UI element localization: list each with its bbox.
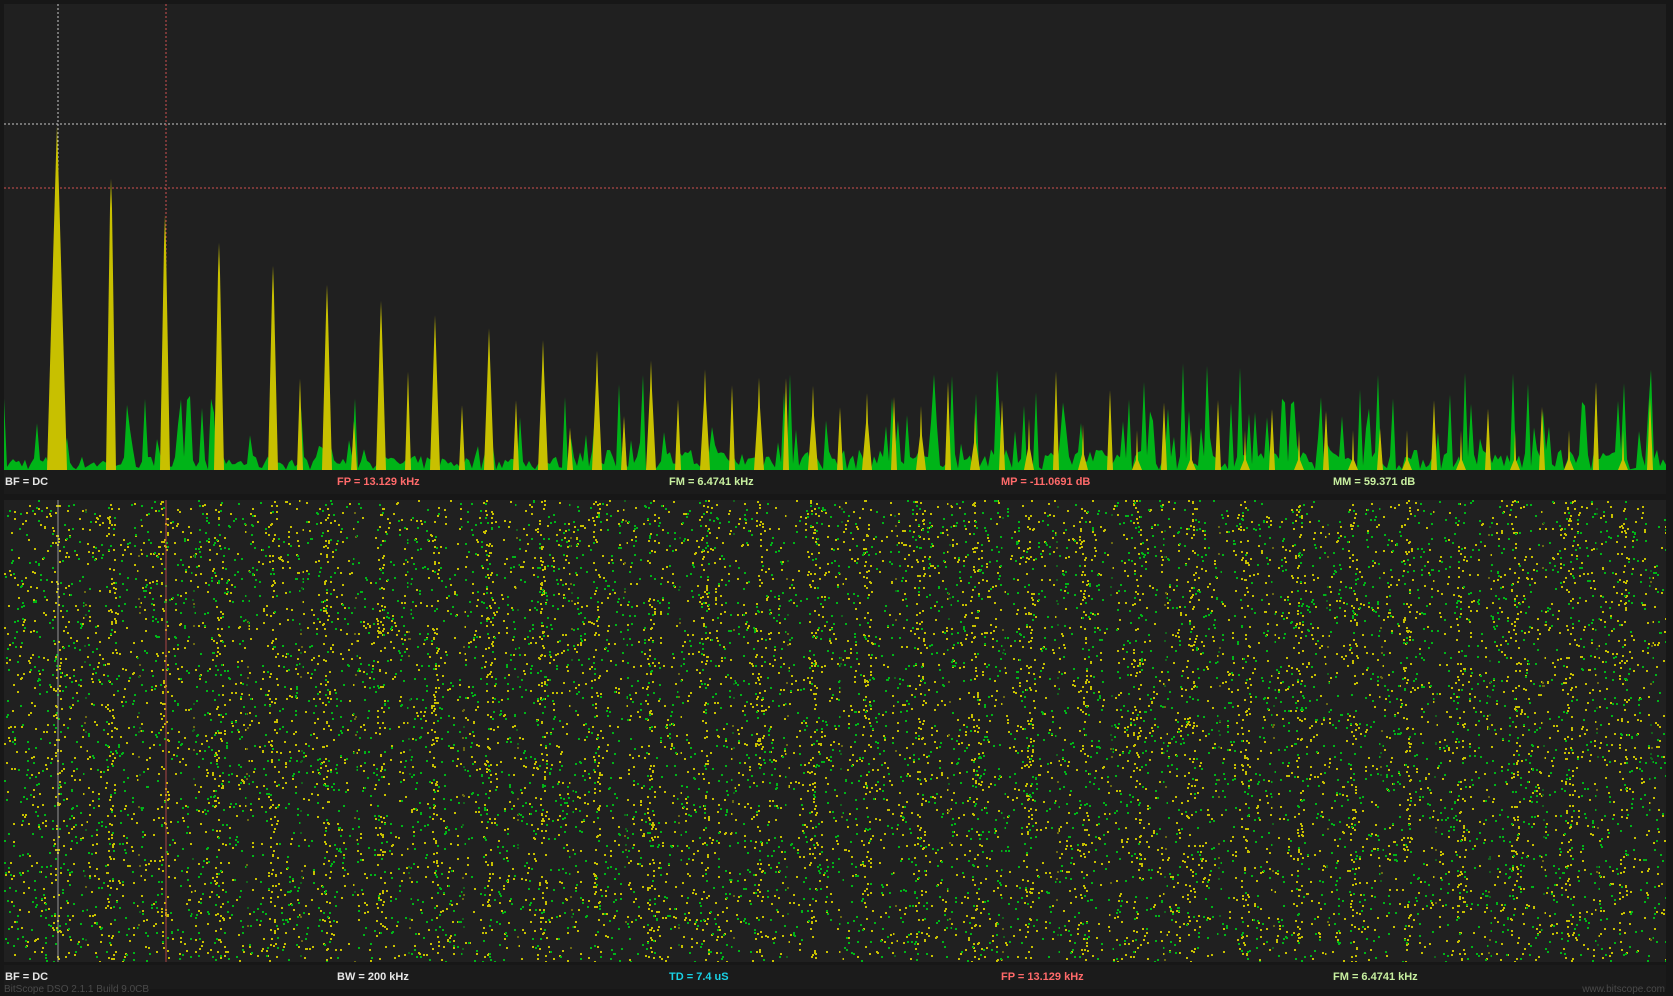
spectrogram-plot [4,500,1666,962]
spectrogram-green-points [4,500,1666,962]
frequency-primary-readout[interactable]: FP = 13.129 kHz [1001,971,1084,983]
spectrum-harmonic-peak [430,315,440,470]
spectrum-minor-peak [1161,402,1167,470]
spectrum-minor-peak [837,407,843,470]
spectrogram-column-gap [624,500,627,962]
website-label[interactable]: www.bitscope.com [1582,984,1665,995]
spectrum-minor-peak [1215,400,1221,470]
spectrogram-column-gap [354,500,357,962]
spectrogram-column-gap [246,500,249,962]
magnitude-primary-readout[interactable]: MP = -11.0691 dB [1001,476,1090,488]
base-frequency-readout[interactable]: BF = DC [5,476,48,488]
spectrum-minor-peak [1593,382,1599,470]
frequency-marker-readout[interactable]: FM = 6.4741 kHz [669,476,754,488]
spectrum-minor-peak [1323,411,1329,470]
spectrogram-column-gap [732,500,735,962]
spectrum-readout-bar: BF = DC FP = 13.129 kHz FM = 6.4741 kHz … [4,470,1666,494]
spectrum-minor-peak [1107,390,1113,470]
spectrum-harmonic-peak [862,392,872,470]
spectrogram-column-gap [1218,500,1221,962]
spectrogram-column-gap [1272,500,1275,962]
spectrogram-column-gap [840,500,843,962]
spectrum-minor-peak [459,405,465,470]
scope-window: BF = DC FP = 13.129 kHz FM = 6.4741 kHz … [0,0,1673,996]
spectrogram-column-gap [948,500,951,962]
spectrum-harmonic-peak [754,377,764,470]
spectrogram-column-gap [1380,500,1383,962]
spectrum-harmonic-peak [268,265,278,470]
spectrum-harmonic-peak [106,178,116,470]
spectrogram-column-gap [300,500,303,962]
spectrum-minor-peak [675,399,681,470]
spectrogram-column-gap [678,500,681,962]
spectrum-minor-peak [1053,371,1059,470]
spectrum-harmonic-peak [592,350,602,470]
spectrum-minor-peak [405,371,411,470]
spectrogram-column-gap [570,500,573,962]
magnitude-marker-readout[interactable]: MM = 59.371 dB [1333,476,1415,488]
spectrogram-column-gap [1488,500,1491,962]
spectrogram-display[interactable] [4,500,1666,962]
spectrum-harmonic-peak [646,360,656,470]
spectrum-harmonic-peak [214,242,224,470]
spectrum-harmonic-peak [916,405,926,470]
spectrum-harmonic-peak [376,301,386,470]
spectrogram-column-gap [138,500,141,962]
spectrogram-column-gap [1056,500,1059,962]
spectrogram-column-gap [1434,500,1437,962]
spectrum-minor-peak [1485,408,1491,470]
spectrogram-column-gap [1002,500,1005,962]
spectrogram-column-gap [408,500,411,962]
spectrum-harmonic-peak [538,340,548,470]
spectrum-minor-peak [621,416,627,470]
app-build-label: BitScope DSO 2.1.1 Build 9.0CB [4,984,150,995]
spectrum-harmonic-peak [484,328,494,470]
spectrogram-column-gap [786,500,789,962]
spectrogram-column-gap [1542,500,1545,962]
spectrum-plot [4,4,1666,470]
spectrogram-yellow-points [4,500,1666,962]
frequency-primary-readout[interactable]: FP = 13.129 kHz [337,476,420,488]
spectrogram-readout-bar: BF = DC BW = 200 kHz TD = 7.4 uS FP = 13… [4,965,1666,989]
base-frequency-readout[interactable]: BF = DC [5,971,48,983]
spectrum-harmonic-peak [808,385,818,470]
spectrogram-column-gap [1110,500,1113,962]
spectrum-harmonic-peak [322,284,332,470]
spectrogram-column-gap [1326,500,1329,962]
bandwidth-readout[interactable]: BW = 200 kHz [337,971,409,983]
spectrum-harmonic-peak [970,412,980,470]
time-delay-readout[interactable]: TD = 7.4 uS [669,971,729,983]
spectrum-minor-peak [513,400,519,470]
spectrum-minor-peak [297,378,303,470]
spectrogram-column-gap [1596,500,1599,962]
spectrum-display[interactable] [4,4,1666,470]
spectrum-minor-peak [1431,400,1437,470]
spectrogram-column-gap [516,500,519,962]
spectrum-harmonic-peak [160,215,170,470]
spectrum-minor-peak [1269,409,1275,470]
spectrum-harmonic-peak [47,126,67,470]
spectrum-harmonic-peak [700,369,710,470]
spectrogram-column-gap [84,500,87,962]
spectrogram-column-gap [1650,500,1653,962]
spectrum-noise-trace [4,363,1666,470]
spectrogram-column-gap [192,500,195,962]
spectrogram-column-gap [462,500,465,962]
frequency-marker-readout[interactable]: FM = 6.4741 kHz [1333,971,1418,983]
spectrum-minor-peak [729,385,735,470]
spectrogram-column-gap [894,500,897,962]
spectrogram-column-gap [1164,500,1167,962]
